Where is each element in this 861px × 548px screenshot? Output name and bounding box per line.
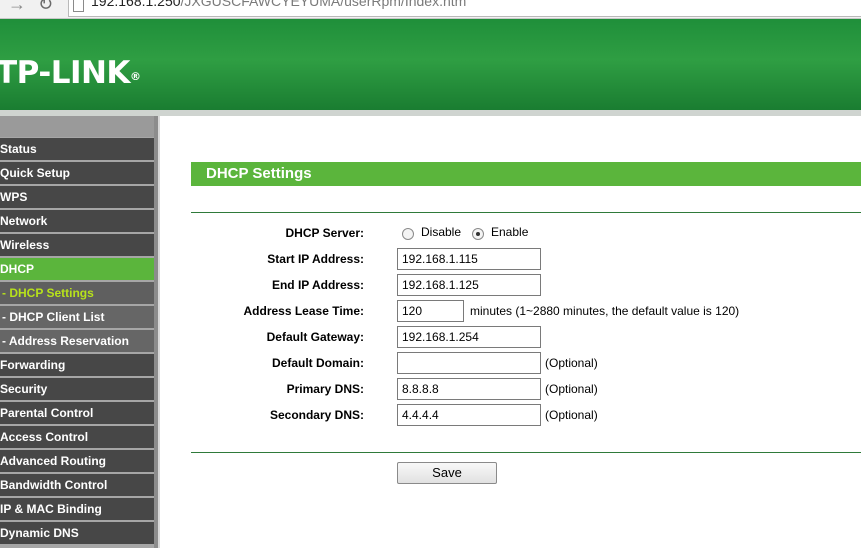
section-title: DHCP Settings	[191, 162, 861, 186]
gateway-label: Default Gateway:	[266, 330, 364, 344]
sidebar-item-parental-control[interactable]: Parental Control	[0, 402, 154, 424]
lease-time-input[interactable]	[397, 300, 464, 322]
lease-time-hint: minutes (1~2880 minutes, the default val…	[470, 304, 740, 318]
lease-time-label: Address Lease Time:	[243, 304, 365, 318]
sidebar-item-advanced-routing[interactable]: Advanced Routing	[0, 450, 154, 472]
dhcp-server-label: DHCP Server:	[285, 226, 364, 240]
domain-input[interactable]	[397, 352, 541, 374]
gateway-input[interactable]	[397, 326, 541, 348]
sidebar-item-dhcp-client-list[interactable]: - DHCP Client List	[0, 306, 154, 328]
bottom-divider	[191, 452, 861, 453]
url-host: 192.168.1.250	[91, 0, 181, 9]
sidebar-item-quick-setup[interactable]: Quick Setup	[0, 162, 154, 184]
dhcp-enable-radio[interactable]	[472, 228, 484, 240]
sidebar-item-network[interactable]: Network	[0, 210, 154, 232]
url-text: 192.168.1.250/JXGUSCFAWCYEYUMA/userRpm/I…	[91, 0, 466, 8]
start-ip-input[interactable]	[397, 248, 541, 270]
save-button[interactable]: Save	[397, 462, 497, 484]
tp-link-logo: TP-LINK®	[0, 55, 141, 91]
sidebar-item-dhcp-settings[interactable]: - DHCP Settings	[0, 282, 154, 304]
sidebar-top-strip	[0, 116, 154, 137]
secondary-dns-optional-hint: (Optional)	[545, 408, 598, 422]
sidebar-menu-list: Status Quick Setup WPS Network Wireless DHCP -…	[0, 138, 154, 546]
sidebar-item-address-reservation[interactable]: - Address Reservation	[0, 330, 154, 352]
dhcp-enable-label[interactable]: Enable	[491, 225, 528, 239]
sidebar-item-wps[interactable]: WPS	[0, 186, 154, 208]
start-ip-label: Start IP Address:	[267, 252, 364, 266]
primary-dns-label: Primary DNS:	[286, 382, 364, 396]
sidebar-item-ip-mac-binding[interactable]: IP & MAC Binding	[0, 498, 154, 520]
browser-toolbar: → ↻ 192.168.1.250/JXGUSCFAWCYEYUMA/userR…	[0, 0, 861, 19]
sidebar-item-status[interactable]: Status	[0, 138, 154, 160]
domain-label: Default Domain:	[271, 356, 364, 370]
end-ip-input[interactable]	[397, 274, 541, 296]
sidebar-item-forwarding[interactable]: Forwarding	[0, 354, 154, 376]
sidebar-item-bandwidth-control[interactable]: Bandwidth Control	[0, 474, 154, 496]
page-icon	[73, 0, 84, 12]
sidebar-item-dhcp[interactable]: DHCP	[0, 258, 154, 280]
reload-icon[interactable]: ↻	[38, 0, 53, 15]
logo-text: TP-LINK	[0, 55, 130, 91]
logo-registered-mark: ®	[129, 70, 141, 83]
sidebar-divider	[158, 116, 160, 548]
sidebar-menu: Status Quick Setup WPS Network Wireless DHCP -…	[0, 116, 158, 548]
domain-optional-hint: (Optional)	[545, 356, 598, 370]
sidebar-item-wireless[interactable]: Wireless	[0, 234, 154, 256]
sidebar-item-security[interactable]: Security	[0, 378, 154, 400]
sidebar-item-access-control[interactable]: Access Control	[0, 426, 154, 448]
top-divider	[191, 212, 861, 213]
url-path: /JXGUSCFAWCYEYUMA/userRpm/Index.htm	[180, 0, 467, 9]
router-header: TP-LINK®	[0, 19, 861, 110]
primary-dns-optional-hint: (Optional)	[545, 382, 598, 396]
dhcp-disable-label[interactable]: Disable	[421, 225, 461, 239]
secondary-dns-input[interactable]	[397, 404, 541, 426]
secondary-dns-label: Secondary DNS:	[269, 408, 364, 422]
back-arrow-icon[interactable]: →	[8, 0, 26, 15]
primary-dns-input[interactable]	[397, 378, 541, 400]
address-bar[interactable]: 192.168.1.250/JXGUSCFAWCYEYUMA/userRpm/I…	[68, 0, 861, 17]
dhcp-disable-radio[interactable]	[402, 228, 414, 240]
end-ip-label: End IP Address:	[271, 278, 364, 292]
sidebar-item-dynamic-dns[interactable]: Dynamic DNS	[0, 522, 154, 544]
